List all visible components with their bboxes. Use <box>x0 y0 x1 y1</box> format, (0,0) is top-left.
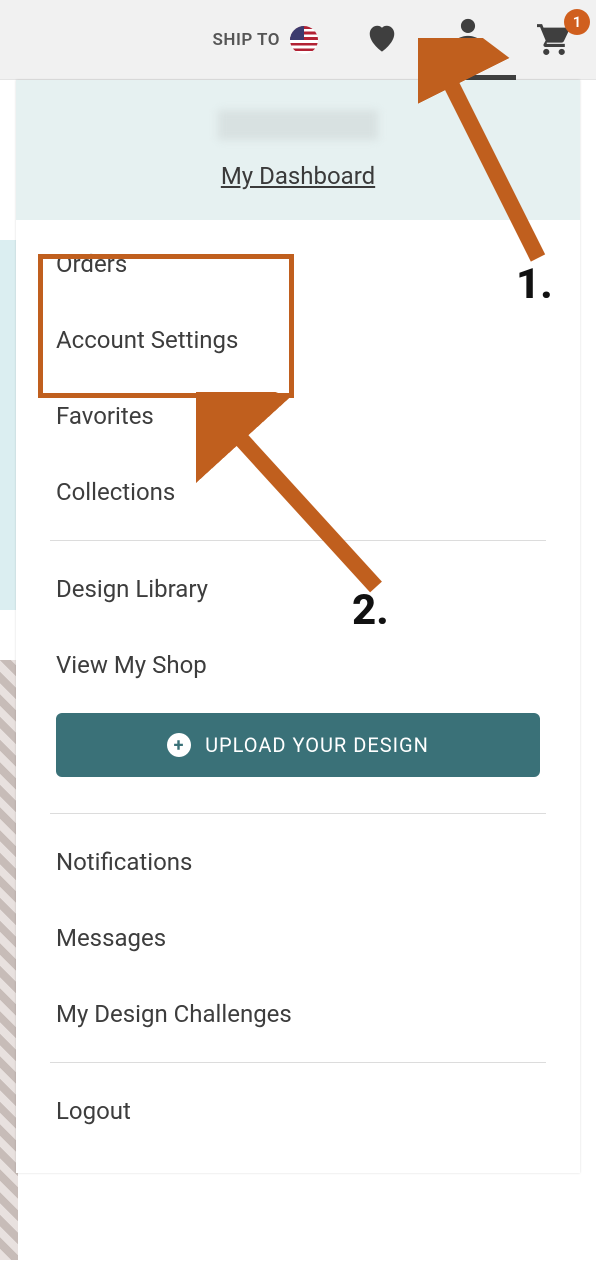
annotation-label-2: 2. <box>352 586 389 635</box>
menu-collections[interactable]: Collections <box>16 454 580 530</box>
annotation-label-1: 1. <box>516 260 553 309</box>
upload-button-label: UPLOAD YOUR DESIGN <box>205 733 429 757</box>
menu-messages[interactable]: Messages <box>16 900 580 976</box>
favorites-icon[interactable] <box>360 23 404 57</box>
top-bar: SHIP TO 1 <box>0 0 596 80</box>
menu-my-design-challenges[interactable]: My Design Challenges <box>16 976 580 1052</box>
menu-section-logout: Logout <box>16 1067 580 1155</box>
menu-section-account: Orders Account Settings Favorites Collec… <box>16 220 580 536</box>
menu-orders[interactable]: Orders <box>16 226 580 302</box>
plus-circle-icon: + <box>167 733 191 757</box>
menu-logout[interactable]: Logout <box>16 1073 580 1149</box>
active-tab-indicator <box>420 75 516 80</box>
username-blurred <box>218 110 378 140</box>
ship-to-label: SHIP TO <box>213 30 280 50</box>
cart-count-badge: 1 <box>564 9 590 35</box>
menu-section-activity: Notifications Messages My Design Challen… <box>16 818 580 1058</box>
divider <box>50 1062 546 1063</box>
account-icon[interactable] <box>446 16 490 64</box>
menu-account-settings[interactable]: Account Settings <box>16 302 580 378</box>
account-dropdown: My Dashboard Orders Account Settings Fav… <box>16 80 580 1173</box>
us-flag-icon <box>290 26 318 54</box>
divider <box>50 813 546 814</box>
ship-to-selector[interactable]: SHIP TO <box>213 26 318 54</box>
my-dashboard-link[interactable]: My Dashboard <box>221 162 375 190</box>
menu-notifications[interactable]: Notifications <box>16 824 580 900</box>
menu-view-my-shop[interactable]: View My Shop <box>16 627 580 703</box>
menu-design-library[interactable]: Design Library <box>16 551 580 627</box>
upload-your-design-button[interactable]: + UPLOAD YOUR DESIGN <box>56 713 540 777</box>
dropdown-header: My Dashboard <box>16 80 580 220</box>
divider <box>50 540 546 541</box>
cart-icon[interactable]: 1 <box>532 21 576 59</box>
menu-favorites[interactable]: Favorites <box>16 378 580 454</box>
menu-section-shop: Design Library View My Shop + UPLOAD YOU… <box>16 545 580 809</box>
